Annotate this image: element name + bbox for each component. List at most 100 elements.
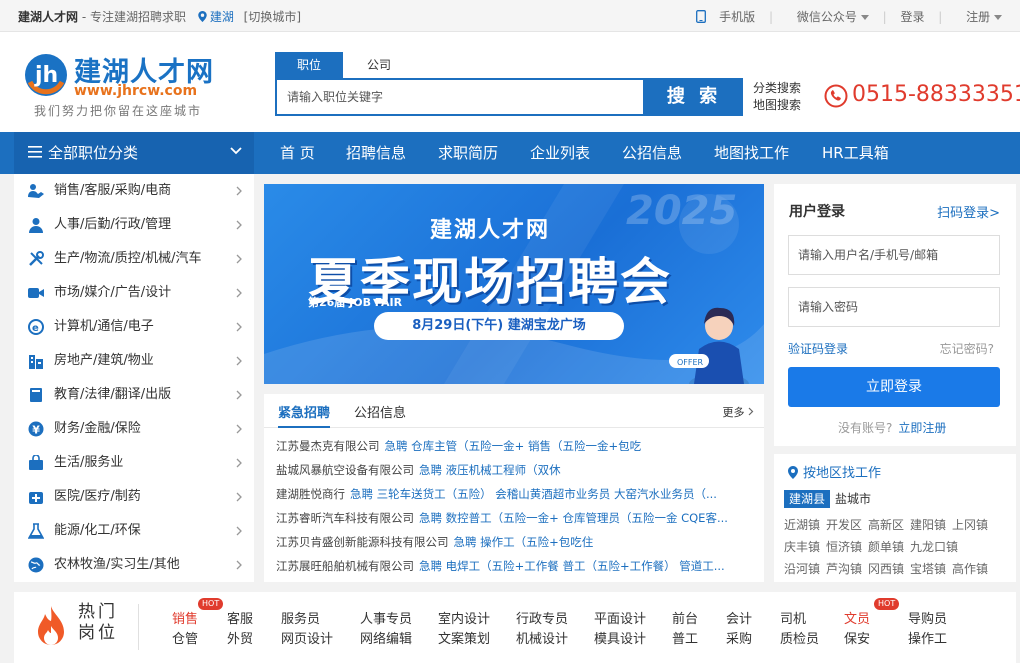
hot-job-link[interactable]: 司机 xyxy=(780,608,806,627)
town-link[interactable]: 宝塔镇 xyxy=(910,560,946,577)
hot-job-link[interactable]: 质检员 xyxy=(780,628,819,647)
list-item[interactable]: 江苏曼杰克有限公司 急聘 仓库主管（五险一金+ 销售（五险一金+包吃 xyxy=(276,436,756,456)
location[interactable]: 建湖 xyxy=(198,10,234,24)
hot-job-link[interactable]: 保安 xyxy=(844,628,870,647)
company-name[interactable]: 盐城风暴航空设备有限公司 xyxy=(276,463,414,477)
town-link[interactable]: 芦沟镇 xyxy=(826,560,862,577)
category-item[interactable]: 生产/物流/质控/机械/汽车 xyxy=(14,242,254,276)
town-link[interactable]: 上冈镇 xyxy=(952,516,988,533)
category-item[interactable]: e 计算机/通信/电子 xyxy=(14,310,254,344)
top-login-link[interactable]: 登录 xyxy=(900,10,924,24)
town-link[interactable]: 高新区 xyxy=(868,516,904,533)
search-button[interactable]: 搜 索 xyxy=(645,78,743,116)
town-link[interactable]: 九龙口镇 xyxy=(910,538,958,555)
password-input[interactable]: 请输入密码 xyxy=(788,287,1000,327)
category-item[interactable]: 能源/化工/环保 xyxy=(14,514,254,548)
category-item[interactable]: ¥ 财务/金融/保险 xyxy=(14,412,254,446)
hot-job-link[interactable]: 文员 xyxy=(844,608,870,627)
category-search-link[interactable]: 分类搜索 xyxy=(753,80,801,97)
town-link[interactable]: 高作镇 xyxy=(952,560,988,577)
hot-job-link[interactable]: 网页设计 xyxy=(281,628,333,647)
town-link[interactable]: 恒济镇 xyxy=(826,538,862,555)
tab-job[interactable]: 职位 xyxy=(275,52,343,78)
top-register-link[interactable]: 注册 xyxy=(956,10,1002,24)
nav-companies[interactable]: 企业列表 xyxy=(530,132,590,174)
job-links[interactable]: 急聘 仓库主管（五险一金+ 销售（五险一金+包吃 xyxy=(385,439,642,453)
job-links[interactable]: 急聘 液压机械工程师（双休 xyxy=(419,463,561,477)
hot-job-link[interactable]: 服务员 xyxy=(281,608,320,627)
category-item[interactable]: 市场/媒介/广告/设计 xyxy=(14,276,254,310)
nav-jobs[interactable]: 招聘信息 xyxy=(346,132,406,174)
job-links[interactable]: 急聘 电焊工（五险+工作餐 普工（五险+工作餐） 管道工... xyxy=(419,559,725,573)
all-categories-button[interactable]: 全部职位分类 xyxy=(14,132,254,174)
town-link[interactable]: 颜单镇 xyxy=(868,538,904,555)
hot-job-link[interactable]: 仓管 xyxy=(172,628,198,647)
wechat-link[interactable]: 微信公众号 xyxy=(787,10,869,24)
switch-city-link[interactable]: [切换城市] xyxy=(244,10,301,24)
hot-job-link[interactable]: 行政专员 xyxy=(516,608,568,627)
area-parent[interactable]: 盐城市 xyxy=(835,490,871,508)
login-button[interactable]: 立即登录 xyxy=(788,367,1000,407)
town-link[interactable]: 开发区 xyxy=(826,516,862,533)
hot-job-link[interactable]: 会计 xyxy=(726,608,752,627)
hot-job-link[interactable]: 操作工 xyxy=(908,628,947,647)
category-item[interactable]: 农林牧渔/实习生/其他 xyxy=(14,548,254,582)
hot-job-link[interactable]: 文案策划 xyxy=(438,628,490,647)
town-link[interactable]: 建阳镇 xyxy=(910,516,946,533)
hot-job-link[interactable]: 客服 xyxy=(227,608,253,627)
company-name[interactable]: 江苏贝肯盛创新能源科技有限公司 xyxy=(276,535,449,549)
nav-map-jobs[interactable]: 地图找工作 xyxy=(714,132,789,174)
nav-public-recruit[interactable]: 公招信息 xyxy=(622,132,682,174)
category-item[interactable]: 人事/后勤/行政/管理 xyxy=(14,208,254,242)
qr-login-link[interactable]: 扫码登录> xyxy=(937,202,1000,221)
job-links[interactable]: 急聘 操作工（五险+包吃住 xyxy=(454,535,594,549)
list-item[interactable]: 盐城风暴航空设备有限公司 急聘 液压机械工程师（双休 xyxy=(276,460,756,480)
hot-job-link[interactable]: 机械设计 xyxy=(516,628,568,647)
category-item[interactable]: 教育/法律/翻译/出版 xyxy=(14,378,254,412)
map-search-link[interactable]: 地图搜索 xyxy=(753,97,801,114)
hot-job-link[interactable]: 采购 xyxy=(726,628,752,647)
username-input[interactable]: 请输入用户名/手机号/邮箱 xyxy=(788,235,1000,275)
nav-resumes[interactable]: 求职简历 xyxy=(438,132,498,174)
job-links[interactable]: 急聘 数控普工（五险一金+ 仓库管理员（五险一金 CQE客... xyxy=(419,511,728,525)
nav-hr-tools[interactable]: HR工具箱 xyxy=(822,132,889,174)
company-name[interactable]: 江苏展旺船舶机械有限公司 xyxy=(276,559,414,573)
tab-company[interactable]: 公司 xyxy=(345,52,413,78)
list-item[interactable]: 江苏展旺船舶机械有限公司 急聘 电焊工（五险+工作餐 普工（五险+工作餐） 管道工… xyxy=(276,556,756,576)
hot-job-link[interactable]: 销售 xyxy=(172,608,198,627)
forgot-password-link[interactable]: 忘记密码? xyxy=(940,340,994,357)
hot-job-link[interactable]: 模具设计 xyxy=(594,628,646,647)
register-link[interactable]: 立即注册 xyxy=(898,421,946,435)
category-item[interactable]: 医院/医疗/制药 xyxy=(14,480,254,514)
more-link[interactable]: 更多 xyxy=(723,404,755,420)
company-name[interactable]: 江苏曼杰克有限公司 xyxy=(276,439,380,453)
code-login-link[interactable]: 验证码登录 xyxy=(788,340,848,357)
company-name[interactable]: 建湖胜悦商行 xyxy=(276,487,345,501)
hot-job-link[interactable]: 网络编辑 xyxy=(360,628,412,647)
town-link[interactable]: 近湖镇 xyxy=(784,516,820,533)
company-name[interactable]: 江苏睿昕汽车科技有限公司 xyxy=(276,511,414,525)
tab-urgent-jobs[interactable]: 紧急招聘 xyxy=(278,402,331,428)
list-item[interactable]: 建湖胜悦商行 急聘 三轮车送货工（五险） 会稽山黄酒超市业务员 大窑汽水业务员（.… xyxy=(276,484,756,504)
town-link[interactable]: 沿河镇 xyxy=(784,560,820,577)
town-link[interactable]: 冈西镇 xyxy=(868,560,904,577)
category-item[interactable]: 房地产/建筑/物业 xyxy=(14,344,254,378)
tab-public-recruit[interactable]: 公招信息 xyxy=(354,402,406,421)
search-input[interactable] xyxy=(277,80,643,114)
hot-job-link[interactable]: 前台 xyxy=(672,608,698,627)
hot-job-link[interactable]: 外贸 xyxy=(227,628,253,647)
town-link[interactable]: 庆丰镇 xyxy=(784,538,820,555)
list-item[interactable]: 江苏贝肯盛创新能源科技有限公司 急聘 操作工（五险+包吃住 xyxy=(276,532,756,552)
category-item[interactable]: 生活/服务业 xyxy=(14,446,254,480)
job-links[interactable]: 急聘 三轮车送货工（五险） 会稽山黄酒超市业务员 大窑汽水业务员（... xyxy=(350,487,717,501)
area-current[interactable]: 建湖县 xyxy=(784,490,831,508)
hot-job-link[interactable]: 导购员 xyxy=(908,608,947,627)
hot-job-link[interactable]: 人事专员 xyxy=(360,608,412,627)
mobile-link[interactable]: 手机版 xyxy=(696,10,755,24)
hot-job-link[interactable]: 平面设计 xyxy=(594,608,646,627)
hot-job-link[interactable]: 普工 xyxy=(672,628,698,647)
hot-job-link[interactable]: 室内设计 xyxy=(438,608,490,627)
list-item[interactable]: 江苏睿昕汽车科技有限公司 急聘 数控普工（五险一金+ 仓库管理员（五险一金 CQE… xyxy=(276,508,756,528)
category-item[interactable]: 销售/客服/采购/电商 xyxy=(14,174,254,208)
job-fair-banner[interactable]: 2025 建湖人才网 夏季现场招聘会 第26届 JOB FAIR 8月29日(下… xyxy=(264,184,764,384)
